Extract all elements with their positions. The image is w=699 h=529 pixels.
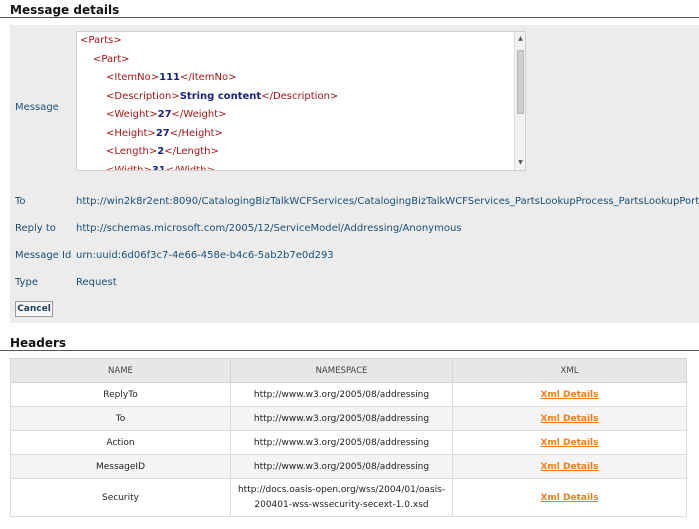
header-xml-cell: Xml Details	[452, 406, 687, 431]
header-name-cell: Action	[10, 430, 231, 455]
header-namespace-cell: http://www.w3.org/2005/08/addressing	[230, 454, 453, 479]
table-row: Action http://www.w3.org/2005/08/addressi…	[10, 430, 687, 455]
column-header-xml[interactable]: XML	[452, 358, 687, 383]
column-header-name[interactable]: NAME	[10, 358, 231, 383]
table-header-row: NAME NAMESPACE XML	[10, 358, 687, 383]
message-details-title: Message details	[0, 0, 699, 18]
table-row: ReplyTo http://www.w3.org/2005/08/address…	[10, 382, 687, 407]
header-name-cell: MessageID	[10, 454, 231, 479]
header-namespace-cell: http://docs.oasis-open.org/wss/2004/01/o…	[230, 478, 453, 517]
scrollbar-thumb[interactable]	[517, 50, 524, 114]
xml-value: 111	[159, 72, 180, 83]
header-xml-cell: Xml Details	[452, 430, 687, 455]
header-name-cell: To	[10, 406, 231, 431]
header-xml-cell: Xml Details	[452, 382, 687, 407]
xml-line: <Length>2</Length>	[106, 146, 219, 157]
header-namespace-cell: http://www.w3.org/2005/08/addressing	[230, 406, 453, 431]
xml-tag: </Height>	[169, 127, 223, 139]
header-name-cell: ReplyTo	[10, 382, 231, 407]
xml-tag: <Weight>	[106, 109, 158, 120]
message-xml-viewer[interactable]: <Parts> <Part> <ItemNo>111</ItemNo> <Descri…	[76, 31, 526, 171]
header-name-cell: Security	[10, 478, 231, 517]
header-namespace-cell: http://www.w3.org/2005/08/addressing	[230, 382, 453, 407]
xml-line: <Height>27</Height>	[106, 128, 223, 139]
xml-details-link[interactable]: Xml Details	[540, 493, 598, 503]
column-header-namespace[interactable]: NAMESPACE	[230, 358, 453, 383]
xml-line: <ItemNo>111</ItemNo>	[106, 72, 237, 83]
namespace-line: http://www.w3.org/2005/08/addressing	[253, 389, 430, 400]
xml-tag: </Weight>	[171, 109, 227, 120]
xml-details-link[interactable]: Xml Details	[540, 414, 598, 424]
xml-tag: </Length>	[164, 146, 219, 157]
message-id-value: urn:uuid:6d06f3c7-4e66-458e-b4c6-5ab2b7e…	[76, 250, 334, 261]
to-label: To	[15, 196, 26, 207]
xml-details-link[interactable]: Xml Details	[540, 462, 598, 472]
headers-title: Headers	[0, 333, 699, 351]
scroll-down-icon[interactable]: ▼	[516, 158, 525, 167]
message-id-label: Message Id	[15, 250, 72, 261]
xml-tag: <Length>	[106, 146, 158, 157]
xml-line: <Width>31</Width>	[106, 164, 215, 171]
header-namespace-cell: http://www.w3.org/2005/08/addressing	[230, 430, 453, 455]
xml-value: 27	[157, 109, 172, 120]
xml-line: <Part>	[93, 54, 130, 65]
header-xml-cell: Xml Details	[452, 478, 687, 517]
namespace-line: http://www.w3.org/2005/08/addressing	[253, 413, 430, 424]
namespace-line: 200401-wss-wssecurity-secext-1.0.xsd	[254, 499, 429, 510]
type-label: Type	[15, 277, 38, 288]
xml-tag: <Description>	[106, 90, 180, 102]
xml-line: <Description>String content</Description…	[106, 91, 338, 102]
xml-value: String content	[179, 90, 262, 102]
table-row: Security http://docs.oasis-open.org/wss/2…	[10, 478, 687, 517]
xml-tag: <Part>	[93, 53, 130, 65]
xml-line: <Parts>	[80, 35, 122, 46]
to-value: http://win2k8r2ent:8090/CatalogingBizTal…	[76, 196, 699, 207]
xml-tag: <ItemNo>	[106, 72, 160, 83]
scroll-up-icon[interactable]: ▲	[516, 34, 525, 43]
header-xml-cell: Xml Details	[452, 454, 687, 479]
table-row: To http://www.w3.org/2005/08/addressing Xm…	[10, 406, 687, 431]
xml-tag: </Width>	[165, 164, 215, 171]
xml-details-link[interactable]: Xml Details	[540, 390, 598, 400]
namespace-line: http://www.w3.org/2005/08/addressing	[253, 437, 430, 448]
table-row: MessageID http://www.w3.org/2005/08/addre…	[10, 454, 687, 479]
xml-details-link[interactable]: Xml Details	[540, 438, 598, 448]
namespace-line: http://www.w3.org/2005/08/addressing	[253, 461, 430, 472]
namespace-line: http://docs.oasis-open.org/wss/2004/01/o…	[237, 484, 446, 495]
reply-to-value: http://schemas.microsoft.com/2005/12/Ser…	[76, 223, 462, 234]
headers-table-body: ReplyTo http://www.w3.org/2005/08/address…	[10, 382, 687, 517]
xml-scrollbar[interactable]: ▲ ▼	[514, 32, 525, 170]
cancel-button[interactable]: Cancel	[15, 301, 53, 317]
xml-tag: <Parts>	[80, 35, 122, 46]
xml-tag: <Width>	[106, 164, 152, 171]
headers-table: NAME NAMESPACE XML ReplyTo http://www.w3.…	[10, 358, 687, 517]
xml-tag: </ItemNo>	[180, 72, 237, 83]
xml-line: <Weight>27</Weight>	[106, 109, 227, 120]
message-details-panel: Message <Parts> <Part> <ItemNo>111</ItemNo…	[10, 25, 699, 323]
message-label: Message	[15, 102, 59, 113]
xml-value: 31	[151, 164, 166, 171]
type-value: Request	[76, 277, 117, 288]
xml-tag: <Height>	[106, 127, 156, 139]
xml-value: 27	[155, 127, 170, 139]
xml-tag: </Description>	[261, 90, 339, 102]
reply-to-label: Reply to	[15, 223, 56, 234]
